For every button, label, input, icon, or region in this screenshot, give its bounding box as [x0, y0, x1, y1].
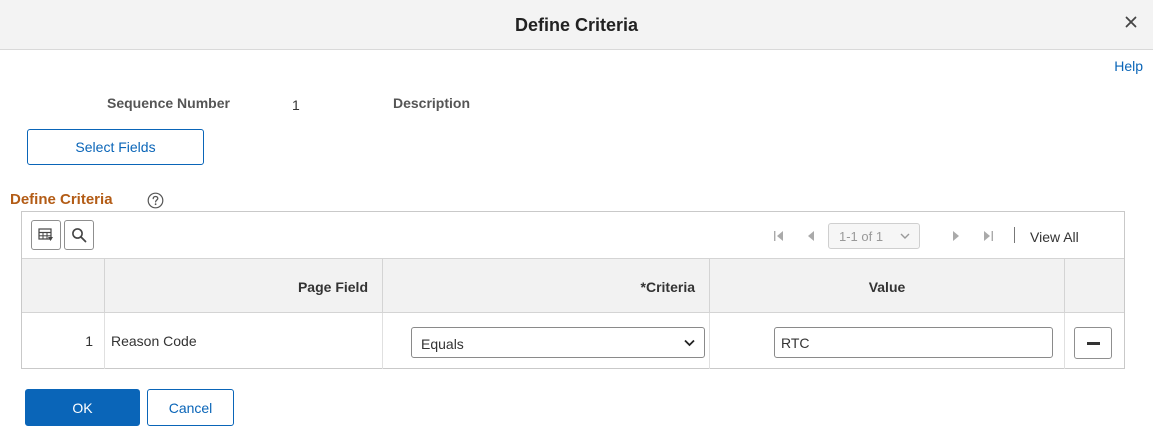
previous-page-icon[interactable]: [805, 230, 817, 242]
select-fields-button[interactable]: Select Fields: [27, 129, 204, 165]
grid-toolbar: 1-1 of 1 View All: [22, 212, 1124, 259]
sequence-number-label: Sequence Number: [107, 95, 230, 111]
criteria-header: *Criteria: [383, 259, 710, 313]
pager-divider: [1014, 227, 1015, 243]
grid-pager: 1-1 of 1 View All: [724, 212, 1124, 259]
action-cell: [1065, 313, 1125, 369]
last-page-icon[interactable]: [982, 230, 994, 242]
section-title: Define Criteria: [10, 191, 113, 208]
criteria-cell: Equals: [383, 313, 710, 369]
value-header: Value: [710, 259, 1065, 313]
page-field-header: Page Field: [105, 259, 383, 313]
description-label: Description: [393, 95, 471, 111]
question-circle-icon[interactable]: [147, 192, 164, 209]
next-page-icon[interactable]: [950, 230, 962, 242]
ok-button[interactable]: OK: [25, 389, 140, 426]
page-range-select[interactable]: 1-1 of 1: [828, 223, 920, 249]
value-cell: RTC: [710, 313, 1065, 369]
chevron-down-icon: [900, 233, 910, 239]
delete-row-button[interactable]: [1074, 327, 1112, 359]
page-field-cell: Reason Code: [105, 313, 383, 369]
minus-icon: [1087, 342, 1100, 345]
dialog-title: Define Criteria: [514, 15, 639, 35]
page-range-value: 1-1 of 1: [839, 229, 884, 244]
close-icon[interactable]: [1123, 14, 1139, 30]
action-header: [1065, 259, 1125, 313]
search-icon: [72, 228, 87, 243]
sequence-number-value: 1: [292, 97, 300, 113]
criteria-select[interactable]: Equals: [411, 327, 705, 358]
chevron-down-icon: [684, 339, 695, 347]
table-row: 1 Reason Code Equals RTC: [22, 313, 1124, 369]
grid-personalize-icon: [38, 228, 53, 241]
personalize-grid-button[interactable]: [31, 220, 61, 250]
row-number-header: [22, 259, 105, 313]
dialog-titlebar: Define Criteria: [0, 0, 1153, 50]
help-link[interactable]: Help: [1114, 58, 1143, 74]
cancel-button[interactable]: Cancel: [147, 389, 234, 426]
table-header: Page Field *Criteria Value: [22, 259, 1124, 313]
first-page-icon[interactable]: [773, 230, 785, 242]
value-input[interactable]: RTC: [774, 327, 1053, 358]
view-all-link[interactable]: View All: [1030, 229, 1079, 245]
criteria-grid: 1-1 of 1 View All Page Field *Criteria V…: [21, 211, 1125, 369]
row-number-cell: 1: [22, 313, 105, 369]
find-button[interactable]: [64, 220, 94, 250]
